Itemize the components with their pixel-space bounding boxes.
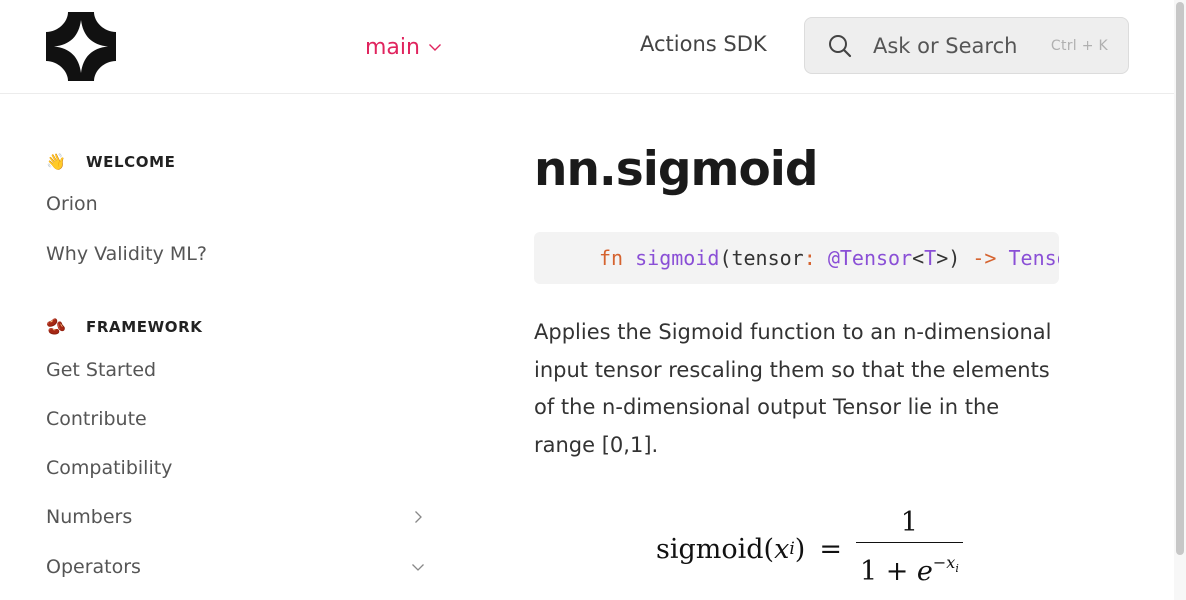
- search-icon: [829, 34, 852, 57]
- sidebar-item-get-started[interactable]: Get Started: [46, 359, 426, 381]
- code-generic: T: [924, 246, 937, 270]
- sidebar-item-label: Numbers: [46, 506, 133, 528]
- code-colon: :: [803, 246, 816, 270]
- version-label: main: [365, 34, 420, 60]
- code-lt: <: [912, 246, 925, 270]
- sigmoid-formula: sigmoid(x i) = 1 1 + e−xi: [656, 506, 963, 592]
- sidebar-item-label: Contribute: [46, 408, 147, 430]
- formula-exponent-sub: i: [955, 562, 959, 575]
- search-placeholder: Ask or Search: [873, 33, 1018, 58]
- waving-hand-icon: 👋: [46, 152, 67, 171]
- formula-e: e: [916, 556, 933, 587]
- formula-exponent: −x: [932, 553, 956, 572]
- search-shortcut: Ctrl + K: [1050, 37, 1108, 54]
- formula-denominator: 1 + e−xi: [855, 542, 963, 592]
- sidebar-item-compatibility[interactable]: Compatibility: [46, 457, 426, 479]
- description: Applies the Sigmoid function to an n-dim…: [534, 320, 1052, 457]
- scrollbar-thumb[interactable]: [1176, 2, 1184, 555]
- chevron-down-icon: [428, 44, 441, 51]
- code-return-type: Tensor<T>: [1008, 246, 1060, 270]
- page-title: nn.sigmoid: [534, 142, 819, 197]
- section-title: WELCOME: [86, 152, 176, 171]
- section-title: FRAMEWORK: [86, 317, 203, 336]
- sidebar-item-label: Orion: [46, 193, 98, 215]
- actions-sdk-link[interactable]: Actions SDK: [640, 32, 767, 56]
- formula-numerator: 1: [900, 507, 918, 538]
- section-framework: 🫘 FRAMEWORK: [46, 317, 202, 336]
- sidebar-item-orion[interactable]: Orion: [46, 193, 426, 215]
- sidebar-item-label: Operators: [46, 556, 141, 578]
- code-arrow: ->: [972, 246, 997, 270]
- sidebar: 👋 WELCOME Orion Why Validity ML? 🫘 FRAME…: [46, 94, 436, 600]
- formula-lhs: sigmoid(: [656, 533, 775, 565]
- formula-fraction: 1 1 + e−xi: [855, 506, 963, 592]
- version-dropdown[interactable]: main: [365, 32, 442, 62]
- chevron-down-icon[interactable]: [411, 560, 425, 574]
- sidebar-item-numbers[interactable]: Numbers: [46, 506, 426, 528]
- code-param-type: @Tensor: [827, 246, 913, 270]
- beans-icon: 🫘: [46, 317, 67, 336]
- sidebar-item-contribute[interactable]: Contribute: [46, 408, 426, 430]
- section-welcome: 👋 WELCOME: [46, 152, 175, 171]
- formula-var: x: [774, 533, 790, 565]
- chevron-right-icon[interactable]: [411, 510, 425, 524]
- formula-close: ): [794, 533, 806, 565]
- page-scrollbar[interactable]: [1174, 0, 1186, 600]
- search-bar[interactable]: Ask or Search Ctrl + K: [804, 17, 1129, 74]
- top-header: main Actions SDK Ask or Search Ctrl + K: [0, 0, 1174, 94]
- logo-icon[interactable]: [46, 12, 116, 81]
- sidebar-item-label: Why Validity ML?: [46, 243, 207, 265]
- code-signature[interactable]: fn sigmoid(tensor: @Tensor<T>) -> Tensor…: [534, 232, 1059, 284]
- code-gt: >): [936, 246, 961, 270]
- sidebar-item-label: Get Started: [46, 359, 157, 381]
- sidebar-item-operators[interactable]: Operators: [46, 556, 426, 578]
- code-param: (tensor: [719, 246, 804, 270]
- code-function-name: sigmoid: [635, 246, 720, 270]
- sidebar-item-why-validity-ml[interactable]: Why Validity ML?: [46, 243, 426, 265]
- sidebar-item-label: Compatibility: [46, 457, 173, 479]
- code-keyword: fn: [599, 246, 624, 270]
- formula-den-base: 1 +: [859, 556, 917, 587]
- formula-equals: =: [819, 533, 842, 565]
